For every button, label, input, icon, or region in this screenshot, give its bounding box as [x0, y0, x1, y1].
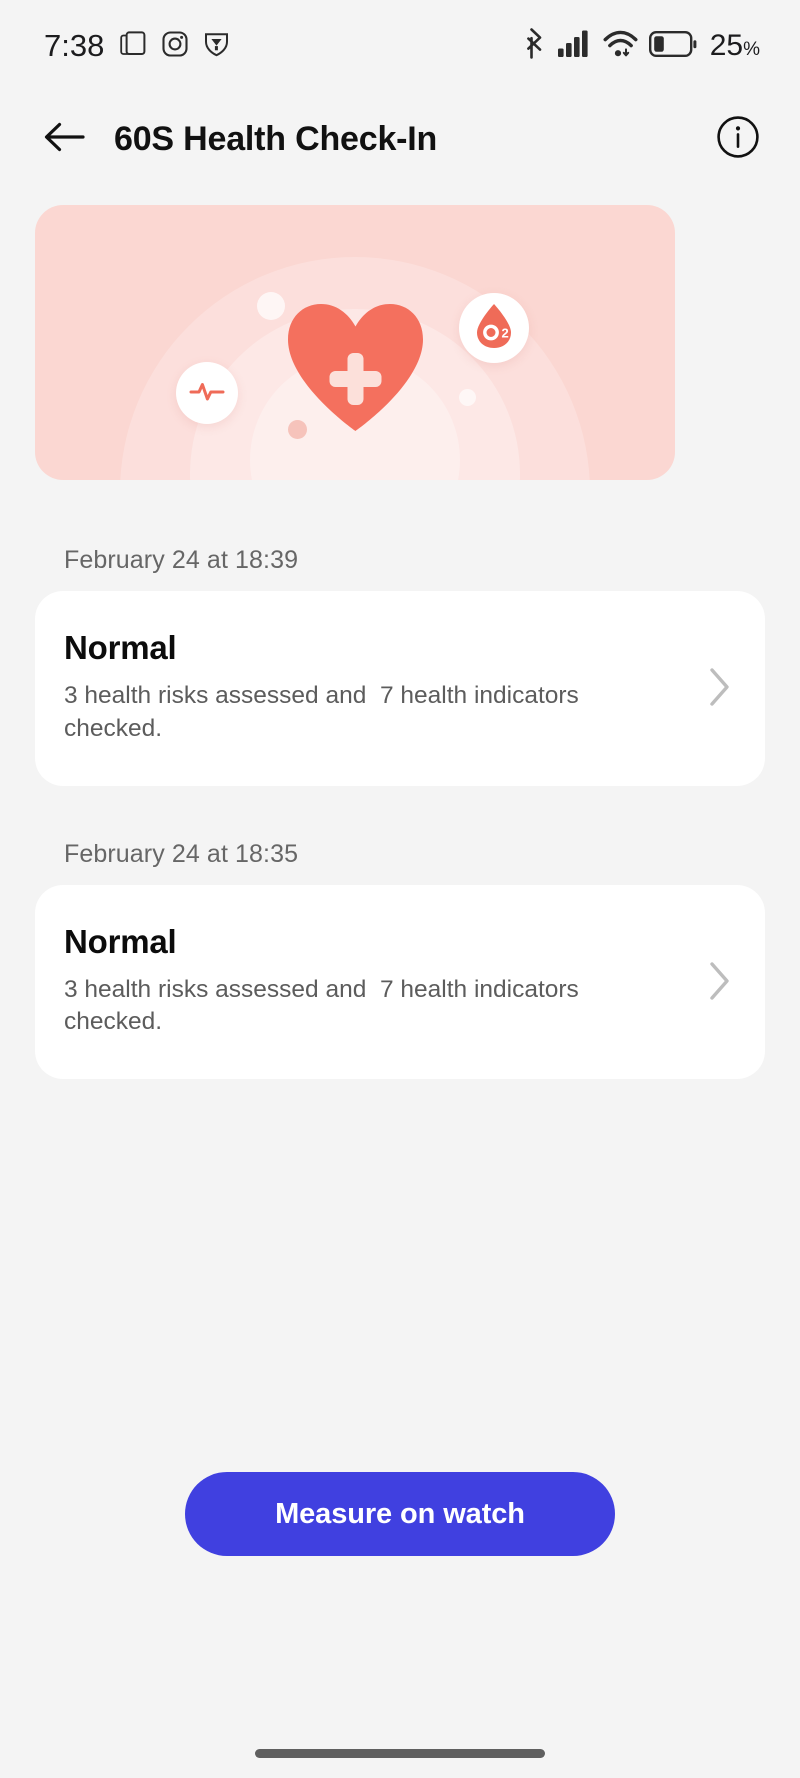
status-bar-clock: 7:38 [44, 28, 105, 63]
result-status-0: Normal [64, 629, 177, 666]
battery-icon [648, 30, 697, 62]
chevron-right-icon[interactable] [709, 667, 731, 707]
wifi-icon [603, 30, 638, 63]
result-description-0: 3 health risks assessed and 7 health ind… [64, 682, 586, 742]
bluetooth-icon [522, 28, 547, 64]
back-button[interactable] [36, 112, 92, 168]
result-status-1: Normal [64, 922, 177, 960]
measure-on-watch-button[interactable]: Measure on watch [185, 1472, 615, 1556]
result-card-0[interactable]: Normal 3 health risks assessed and 7 hea… [35, 591, 765, 786]
home-indicator[interactable] [255, 1749, 545, 1758]
info-circle-icon [716, 115, 760, 164]
battery-percent-label: 25% [710, 29, 760, 63]
status-bar-left: 7:38 [44, 28, 229, 64]
oxygen-badge: 2 [459, 293, 529, 363]
status-bar: 7:38 25% [0, 0, 800, 92]
cta-zone: Measure on watch [0, 1079, 800, 1778]
result-card-1[interactable]: Normal 3 health risks assessed and 7 hea… [35, 884, 765, 1080]
battery-percent-value: 25 [709, 29, 744, 62]
cellular-signal-icon [557, 30, 592, 62]
page-title: 60S Health Check-In [114, 120, 438, 158]
info-button[interactable] [712, 114, 764, 166]
hero-banner: 2 [35, 205, 675, 480]
instagram-icon [162, 30, 188, 62]
heart-rate-pulse-icon [189, 378, 225, 409]
home-indicator-wrapper [0, 1749, 800, 1758]
result-date-1: February 24 at 18:35 [64, 839, 299, 868]
result-date-0: February 24 at 18:39 [64, 546, 299, 574]
chevron-right-icon[interactable] [709, 961, 731, 1001]
checkin-result-list: February 24 at 18:39 Normal 3 health ris… [0, 480, 800, 1080]
shield-alert-icon [204, 31, 229, 62]
status-bar-right: 25% [522, 28, 760, 64]
app-header: 60S Health Check-In [0, 92, 800, 187]
blood-oxygen-drop-icon: 2 [472, 302, 516, 355]
hero-banner-wrapper: 2 [0, 187, 800, 480]
heart-plus-icon [283, 298, 428, 433]
battery-percent-symbol: % [743, 39, 760, 60]
svg-text:2: 2 [502, 325, 509, 340]
arrow-left-icon [43, 120, 85, 159]
result-description-1: 3 health risks assessed and 7 health ind… [64, 975, 586, 1036]
result-card-body-1: Normal 3 health risks assessed and 7 hea… [64, 923, 695, 1040]
multi-window-icon [120, 30, 146, 62]
ecg-badge [176, 362, 238, 424]
hero-dot-tiny [459, 389, 476, 406]
hero-dot-large [257, 292, 285, 320]
health-check-in-screen: 7:38 25% 60S Health Check-In 2 February … [0, 0, 800, 1778]
result-card-body-0: Normal 3 health risks assessed and 7 hea… [64, 629, 695, 746]
